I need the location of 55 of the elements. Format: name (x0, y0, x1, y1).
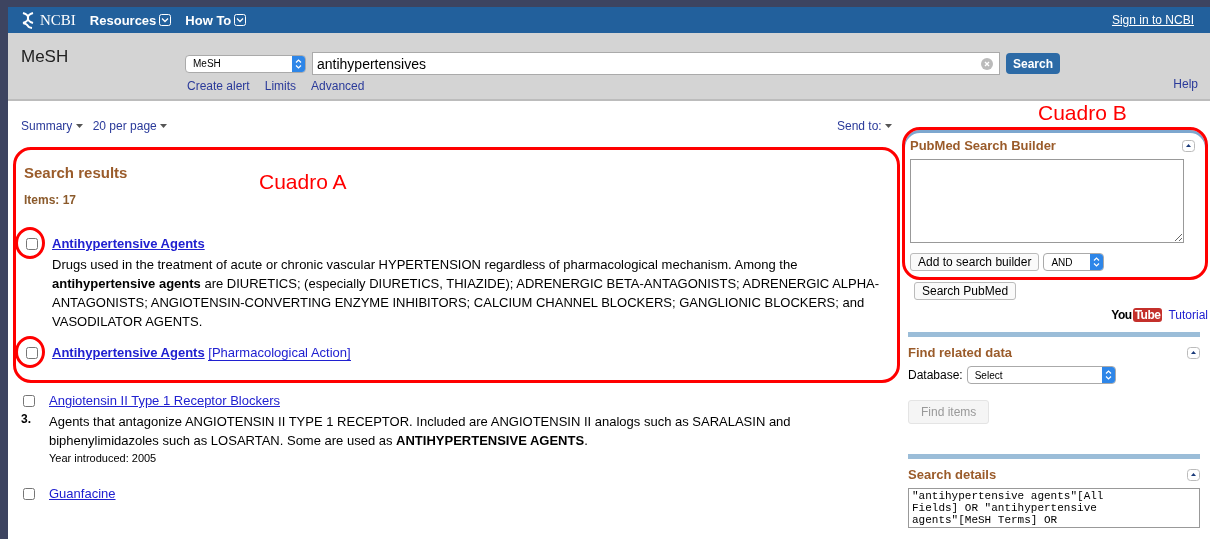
result-title-link[interactable]: Antihypertensive Agents (52, 236, 205, 251)
results-title: Search results (24, 164, 129, 181)
annotation-label: Cuadro B (1037, 101, 1128, 126)
collapse-icon[interactable] (1182, 139, 1195, 152)
send-to-dropdown[interactable]: Send to: (836, 119, 892, 133)
help-link[interactable]: Help (1173, 77, 1198, 91)
dropdown-icon (234, 14, 247, 26)
panel-title: Find related data (908, 345, 1013, 360)
search-button[interactable]: Search (1006, 53, 1061, 74)
database-title: MeSH (20, 46, 70, 68)
collapse-icon[interactable] (1187, 346, 1200, 359)
search-pubmed-button[interactable]: Search PubMed (914, 282, 1017, 300)
result-description: Drugs used in the treatment of acute or chronic vascular HYPERTENSION regardless of pharmacological mechanism. Among the antihypertensive agents are DIURETICS; (especially DIURETICS, THIAZIDE); ADRENERGIC BETA-ANTAGONISTS; ADRENERGIC ALPHA-ANTAGONISTS; ANGIOTENSIN-CONVERTING ENZYME INHIBITORS; CALCIUM CHANNEL BLOCKERS; GANGLIONIC BLOCKERS; and VASODILATOR AGENTS. (52, 256, 881, 331)
result-description: Agents that antagonize ANGIOTENSIN II TYPE 1 RECEPTOR. Included are ANGIOTENSIN II analogs such as SARALASIN and biphenylimidazoles such as LOSARTAN. Some are used as ANTIHYPERTENSIVE AGENTS. (49, 413, 792, 450)
caret-icon (885, 124, 892, 130)
menu-link[interactable]: How To (185, 12, 247, 28)
search-field[interactable]: antihypertensives (312, 52, 1000, 75)
result-title-link[interactable]: Guanfacine (49, 486, 116, 501)
panel-title: PubMed Search Builder (910, 138, 1056, 153)
annotation-label: Cuadro A (259, 170, 347, 194)
database-select[interactable]: Select (966, 366, 1116, 384)
search-builder-field[interactable] (910, 159, 1184, 243)
result-checkbox[interactable] (26, 347, 38, 359)
database-select[interactable]: MeSH (185, 54, 306, 73)
helix-logo-icon (20, 11, 36, 29)
tutorial-link[interactable]: Tutorial (1168, 308, 1208, 322)
sign-in-link[interactable]: Sign in to NCBI (1111, 13, 1194, 27)
panel-title: Search details (908, 467, 997, 482)
select-arrows-icon (292, 55, 305, 72)
search-option-link[interactable]: Advanced (311, 79, 365, 93)
result-number: 3. (21, 412, 31, 426)
menu-link[interactable]: Resources (89, 12, 172, 28)
per-page-dropdown[interactable]: 20 per page (92, 119, 168, 133)
caret-icon (160, 124, 168, 130)
result-checkbox[interactable] (23, 488, 35, 500)
result-checkbox[interactable] (26, 238, 38, 250)
dropdown-icon (159, 14, 172, 26)
search-details-field[interactable]: "antihypertensive agents"[All Fields] OR "antihypertensive agents"[MeSH Terms] OR (908, 488, 1200, 528)
ncbi-logo[interactable]: NCBI (40, 11, 76, 29)
search-option-link[interactable]: Create alert (187, 79, 250, 93)
format-dropdown[interactable]: Summary (21, 119, 83, 133)
result-title-link[interactable]: Angiotensin II Type 1 Receptor Blockers (49, 393, 280, 408)
caret-icon (75, 124, 83, 130)
result-title-link[interactable]: Antihypertensive Agents (52, 345, 205, 360)
select-arrows-icon (1101, 367, 1115, 383)
pharmacological-action-link[interactable]: [Pharmacological Action] (208, 345, 351, 361)
search-option-link[interactable]: Limits (264, 79, 297, 93)
year-introduced: Year introduced: 2005 (49, 452, 158, 464)
operator-select[interactable]: AND (1043, 253, 1105, 271)
database-label: Database: (908, 368, 963, 382)
add-to-builder-button[interactable]: Add to search builder (910, 253, 1040, 271)
select-arrows-icon (1090, 254, 1104, 270)
items-count: Items: 17 (24, 193, 78, 207)
collapse-icon[interactable] (1187, 468, 1200, 481)
result-checkbox[interactable] (23, 395, 35, 407)
